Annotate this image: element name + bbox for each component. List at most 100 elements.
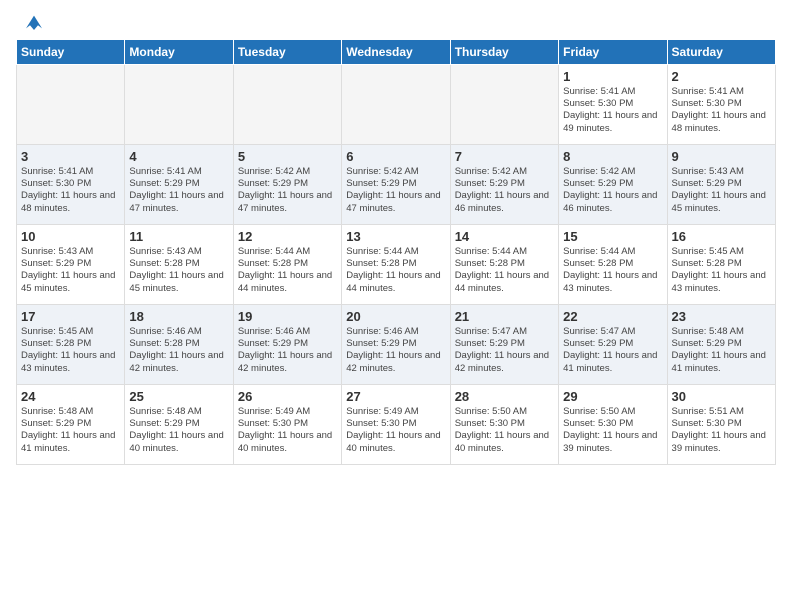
- day-number: 17: [21, 309, 120, 324]
- day-number: 6: [346, 149, 445, 164]
- day-info: Sunrise: 5:45 AM Sunset: 5:28 PM Dayligh…: [672, 246, 771, 295]
- day-number: 23: [672, 309, 771, 324]
- day-number: 5: [238, 149, 337, 164]
- calendar-cell: 17 Sunrise: 5:45 AM Sunset: 5:28 PM Dayli…: [17, 304, 125, 384]
- day-number: 26: [238, 389, 337, 404]
- day-number: 11: [129, 229, 228, 244]
- day-number: 22: [563, 309, 662, 324]
- day-number: 15: [563, 229, 662, 244]
- day-info: Sunrise: 5:49 AM Sunset: 5:30 PM Dayligh…: [238, 406, 337, 455]
- day-number: 7: [455, 149, 554, 164]
- day-info: Sunrise: 5:50 AM Sunset: 5:30 PM Dayligh…: [455, 406, 554, 455]
- day-number: 19: [238, 309, 337, 324]
- calendar-table: SundayMondayTuesdayWednesdayThursdayFrid…: [16, 39, 776, 465]
- calendar-cell: 16 Sunrise: 5:45 AM Sunset: 5:28 PM Dayli…: [667, 224, 775, 304]
- day-number: 3: [21, 149, 120, 164]
- calendar-cell: 4Sunrise: 5:41 AM Sunset: 5:29 PM Daylig…: [125, 144, 233, 224]
- day-info: Sunrise: 5:42 AM Sunset: 5:29 PM Dayligh…: [346, 166, 445, 215]
- column-header-saturday: Saturday: [667, 39, 775, 64]
- day-info: Sunrise: 5:47 AM Sunset: 5:29 PM Dayligh…: [455, 326, 554, 375]
- calendar-cell: 12Sunrise: 5:44 AM Sunset: 5:28 PM Dayli…: [233, 224, 341, 304]
- week-row-2: 3 Sunrise: 5:41 AM Sunset: 5:30 PM Daylig…: [17, 144, 776, 224]
- calendar-cell: 21 Sunrise: 5:47 AM Sunset: 5:29 PM Dayli…: [450, 304, 558, 384]
- logo: [20, 16, 46, 35]
- day-info: Sunrise: 5:42 AM Sunset: 5:29 PM Dayligh…: [563, 166, 662, 215]
- header: [10, 10, 782, 35]
- day-number: 27: [346, 389, 445, 404]
- day-number: 4: [129, 149, 228, 164]
- day-info: Sunrise: 5:49 AM Sunset: 5:30 PM Dayligh…: [346, 406, 445, 455]
- calendar-cell: 25 Sunrise: 5:48 AM Sunset: 5:29 PM Dayli…: [125, 384, 233, 464]
- calendar-cell: 24 Sunrise: 5:48 AM Sunset: 5:29 PM Dayli…: [17, 384, 125, 464]
- calendar-cell: 9 Sunrise: 5:43 AM Sunset: 5:29 PM Daylig…: [667, 144, 775, 224]
- calendar-cell: 11 Sunrise: 5:43 AM Sunset: 5:28 PM Dayli…: [125, 224, 233, 304]
- day-info: Sunrise: 5:41 AM Sunset: 5:30 PM Dayligh…: [21, 166, 120, 215]
- day-info: Sunrise: 5:46 AM Sunset: 5:29 PM Dayligh…: [238, 326, 337, 375]
- day-number: 16: [672, 229, 771, 244]
- day-number: 1: [563, 69, 662, 84]
- calendar-cell: 6 Sunrise: 5:42 AM Sunset: 5:29 PM Daylig…: [342, 144, 450, 224]
- column-header-thursday: Thursday: [450, 39, 558, 64]
- calendar-cell: 27 Sunrise: 5:49 AM Sunset: 5:30 PM Dayli…: [342, 384, 450, 464]
- calendar-cell: 29 Sunrise: 5:50 AM Sunset: 5:30 PM Dayli…: [559, 384, 667, 464]
- day-info: Sunrise: 5:44 AM Sunset: 5:28 PM Dayligh…: [238, 246, 337, 295]
- column-header-monday: Monday: [125, 39, 233, 64]
- day-info: Sunrise: 5:50 AM Sunset: 5:30 PM Dayligh…: [563, 406, 662, 455]
- calendar-header-row: SundayMondayTuesdayWednesdayThursdayFrid…: [17, 39, 776, 64]
- calendar-cell: 5 Sunrise: 5:42 AM Sunset: 5:29 PM Daylig…: [233, 144, 341, 224]
- column-header-tuesday: Tuesday: [233, 39, 341, 64]
- week-row-5: 24 Sunrise: 5:48 AM Sunset: 5:29 PM Dayli…: [17, 384, 776, 464]
- calendar-cell: 7 Sunrise: 5:42 AM Sunset: 5:29 PM Daylig…: [450, 144, 558, 224]
- day-info: Sunrise: 5:43 AM Sunset: 5:29 PM Dayligh…: [672, 166, 771, 215]
- calendar-cell: 10 Sunrise: 5:43 AM Sunset: 5:29 PM Dayli…: [17, 224, 125, 304]
- day-number: 13: [346, 229, 445, 244]
- day-info: Sunrise: 5:48 AM Sunset: 5:29 PM Dayligh…: [21, 406, 120, 455]
- day-info: Sunrise: 5:45 AM Sunset: 5:28 PM Dayligh…: [21, 326, 120, 375]
- calendar-cell: [342, 64, 450, 144]
- calendar: SundayMondayTuesdayWednesdayThursdayFrid…: [10, 39, 782, 465]
- day-number: 30: [672, 389, 771, 404]
- day-info: Sunrise: 5:46 AM Sunset: 5:28 PM Dayligh…: [129, 326, 228, 375]
- calendar-cell: 30 Sunrise: 5:51 AM Sunset: 5:30 PM Dayli…: [667, 384, 775, 464]
- logo-text: [20, 16, 46, 37]
- calendar-cell: 19 Sunrise: 5:46 AM Sunset: 5:29 PM Dayli…: [233, 304, 341, 384]
- day-info: Sunrise: 5:48 AM Sunset: 5:29 PM Dayligh…: [129, 406, 228, 455]
- day-number: 21: [455, 309, 554, 324]
- calendar-cell: 14Sunrise: 5:44 AM Sunset: 5:28 PM Dayli…: [450, 224, 558, 304]
- day-info: Sunrise: 5:43 AM Sunset: 5:28 PM Dayligh…: [129, 246, 228, 295]
- day-info: Sunrise: 5:43 AM Sunset: 5:29 PM Dayligh…: [21, 246, 120, 295]
- calendar-cell: [450, 64, 558, 144]
- calendar-cell: 18 Sunrise: 5:46 AM Sunset: 5:28 PM Dayli…: [125, 304, 233, 384]
- day-number: 25: [129, 389, 228, 404]
- day-number: 18: [129, 309, 228, 324]
- column-header-friday: Friday: [559, 39, 667, 64]
- day-number: 9: [672, 149, 771, 164]
- week-row-3: 10 Sunrise: 5:43 AM Sunset: 5:29 PM Dayli…: [17, 224, 776, 304]
- day-info: Sunrise: 5:46 AM Sunset: 5:29 PM Dayligh…: [346, 326, 445, 375]
- logo-bird-icon: [22, 12, 46, 32]
- day-info: Sunrise: 5:42 AM Sunset: 5:29 PM Dayligh…: [455, 166, 554, 215]
- day-info: Sunrise: 5:51 AM Sunset: 5:30 PM Dayligh…: [672, 406, 771, 455]
- calendar-cell: 28 Sunrise: 5:50 AM Sunset: 5:30 PM Dayli…: [450, 384, 558, 464]
- calendar-cell: 26 Sunrise: 5:49 AM Sunset: 5:30 PM Dayli…: [233, 384, 341, 464]
- day-number: 10: [21, 229, 120, 244]
- day-number: 14: [455, 229, 554, 244]
- column-header-sunday: Sunday: [17, 39, 125, 64]
- calendar-cell: [17, 64, 125, 144]
- day-info: Sunrise: 5:47 AM Sunset: 5:29 PM Dayligh…: [563, 326, 662, 375]
- day-number: 28: [455, 389, 554, 404]
- day-info: Sunrise: 5:42 AM Sunset: 5:29 PM Dayligh…: [238, 166, 337, 215]
- calendar-cell: 20Sunrise: 5:46 AM Sunset: 5:29 PM Dayli…: [342, 304, 450, 384]
- calendar-cell: 3 Sunrise: 5:41 AM Sunset: 5:30 PM Daylig…: [17, 144, 125, 224]
- week-row-4: 17 Sunrise: 5:45 AM Sunset: 5:28 PM Dayli…: [17, 304, 776, 384]
- day-info: Sunrise: 5:41 AM Sunset: 5:30 PM Dayligh…: [563, 86, 662, 135]
- day-number: 29: [563, 389, 662, 404]
- calendar-cell: 1 Sunrise: 5:41 AM Sunset: 5:30 PM Daylig…: [559, 64, 667, 144]
- calendar-cell: 8Sunrise: 5:42 AM Sunset: 5:29 PM Daylig…: [559, 144, 667, 224]
- day-number: 24: [21, 389, 120, 404]
- week-row-1: 1 Sunrise: 5:41 AM Sunset: 5:30 PM Daylig…: [17, 64, 776, 144]
- column-header-wednesday: Wednesday: [342, 39, 450, 64]
- calendar-cell: [233, 64, 341, 144]
- day-info: Sunrise: 5:44 AM Sunset: 5:28 PM Dayligh…: [563, 246, 662, 295]
- calendar-cell: 23Sunrise: 5:48 AM Sunset: 5:29 PM Dayli…: [667, 304, 775, 384]
